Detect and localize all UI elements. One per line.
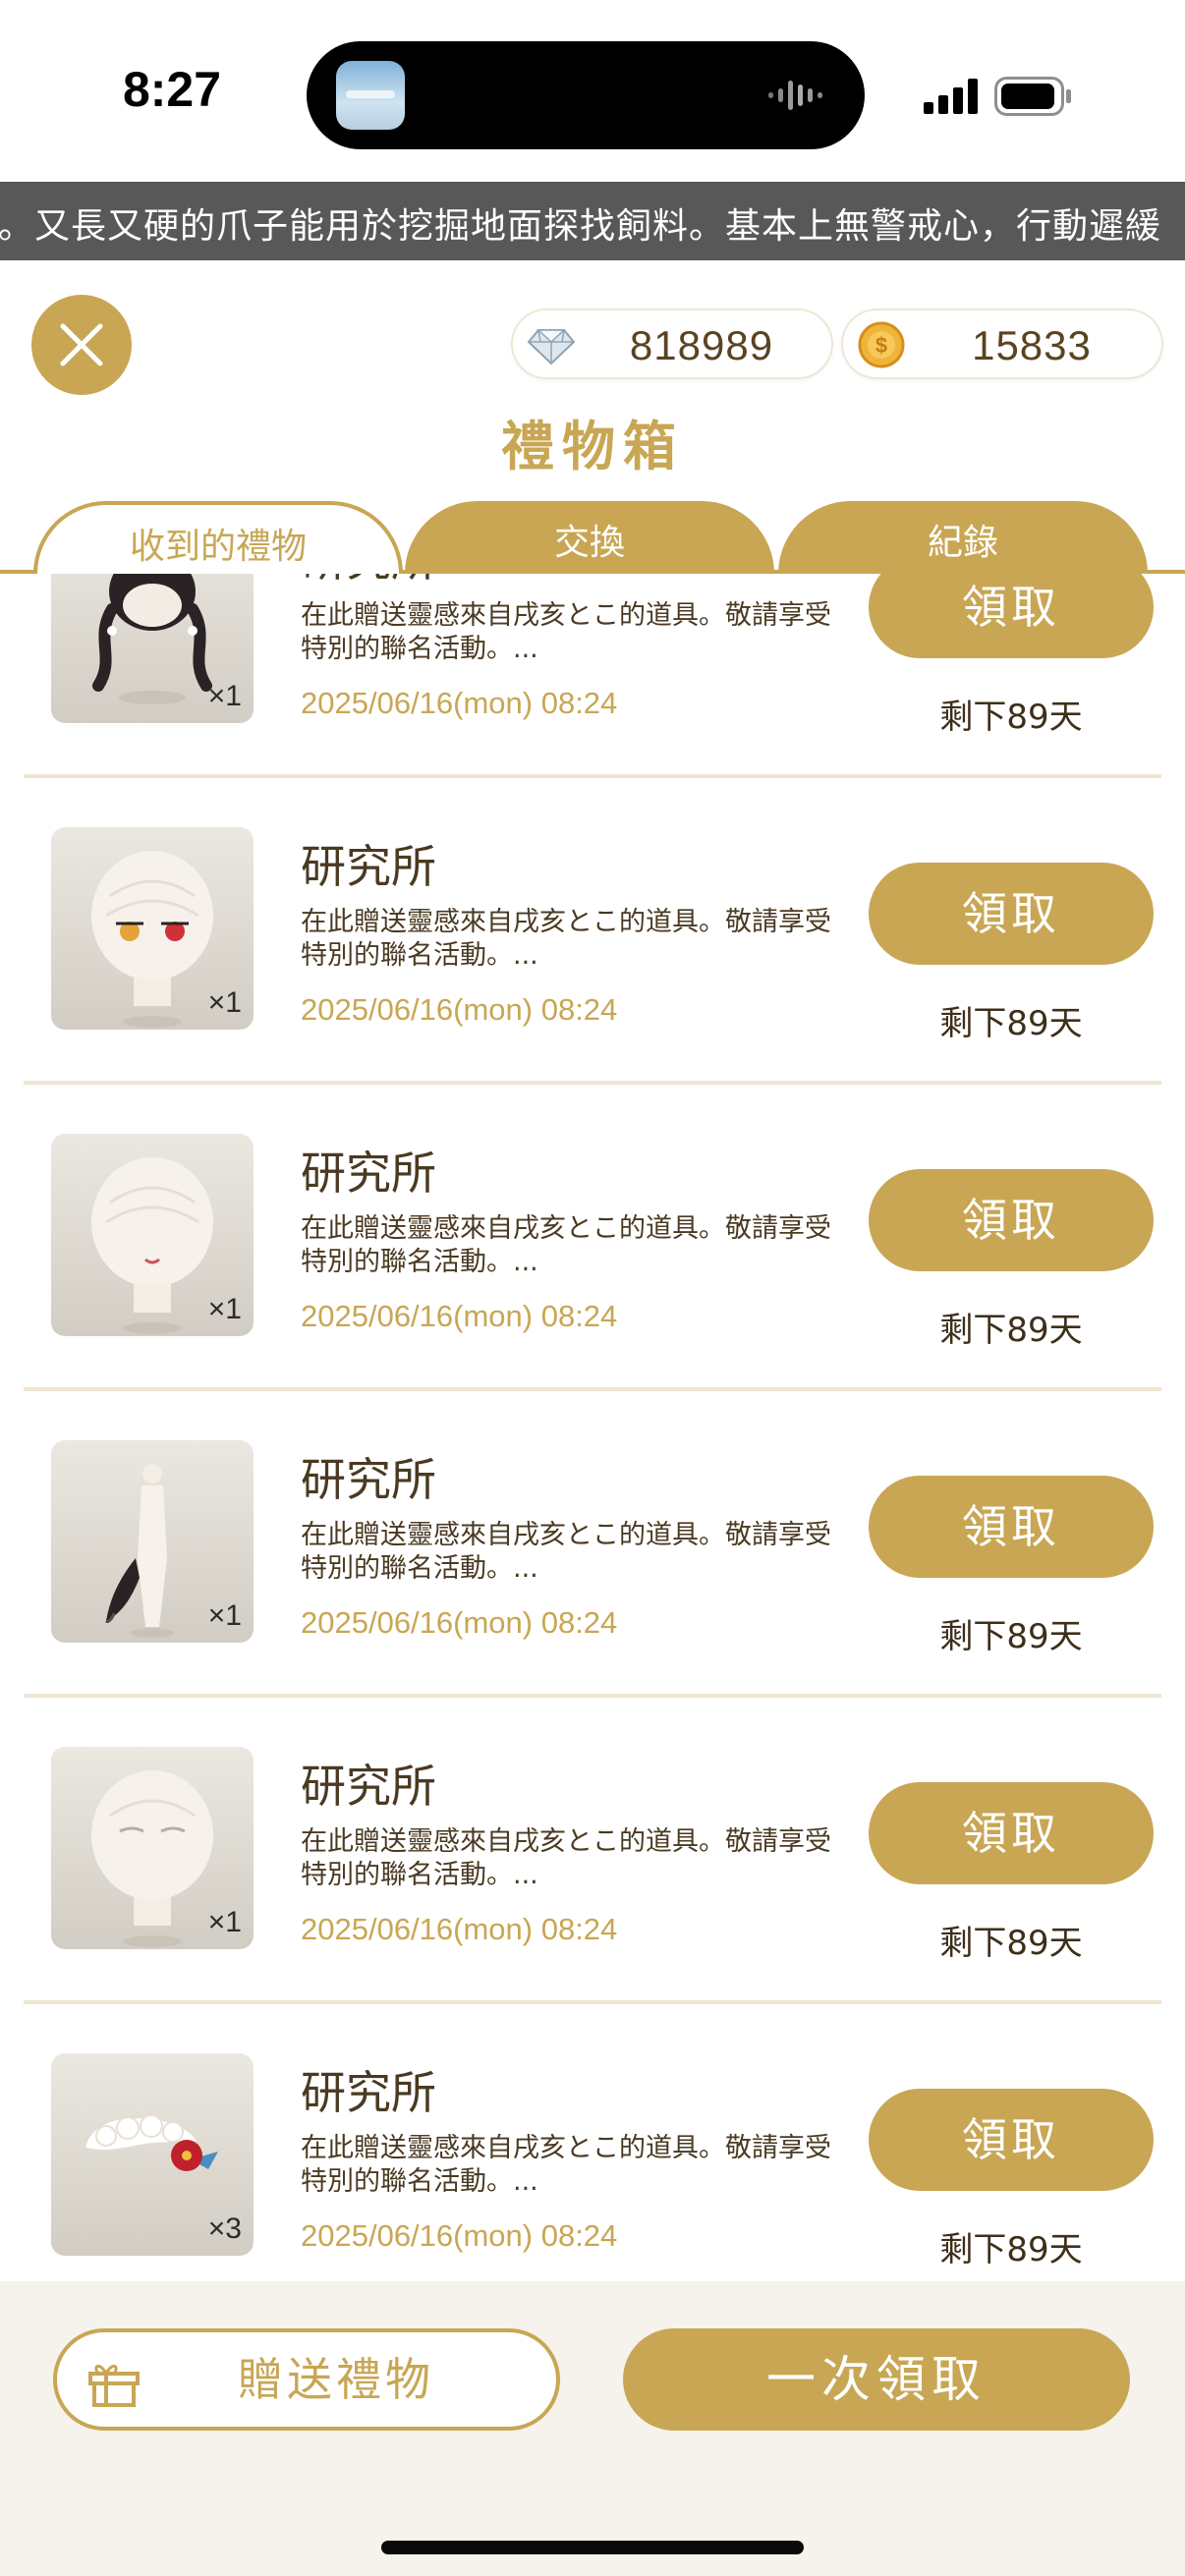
audio-wave-icon [768, 81, 822, 110]
tab-history[interactable]: 紀錄 [778, 501, 1148, 574]
gift-row: ×3 研究所 在此贈送靈感來自戌亥とこ的道具。敬請享受特別的聯名活動。... 2… [0, 2004, 1185, 2281]
gift-sender: 研究所 [301, 1147, 436, 1200]
coin-icon: $ [858, 321, 905, 368]
gift-date: 2025/06/16(mon) 08:24 [301, 1912, 618, 1946]
gift-sender: 研究所 [301, 2066, 436, 2119]
tab-received-gifts[interactable]: 收到的禮物 [33, 501, 403, 574]
gem-count: 818989 [629, 322, 774, 368]
ticker-text: 。又長又硬的爪子能用於挖掘地面探找飼料。基本上無警戒心，行動遲緩 [0, 206, 1162, 247]
footer-bar: 贈送禮物 一次領取 [0, 2281, 1185, 2576]
gift-remaining-days: 剩下89天 [939, 698, 1083, 737]
claim-all-button[interactable]: 一次領取 [623, 2328, 1130, 2431]
gift-description: 在此贈送靈感來自戌亥とこ的道具。敬請享受特別的聯名活動。... [301, 2133, 831, 2197]
claim-button[interactable]: 領取 [869, 1782, 1154, 1884]
claim-button[interactable]: 領取 [869, 1476, 1154, 1578]
item-thumbnail[interactable]: ×1 [51, 1747, 254, 1949]
item-thumbnail[interactable]: ×1 [51, 1440, 254, 1643]
item-thumbnail[interactable]: ×1 [51, 1134, 254, 1336]
gift-row: ×1 研究所 在此贈送靈感來自戌亥とこ的道具。敬請享受特別的聯名活動。... 2… [0, 1698, 1185, 2004]
item-thumbnail[interactable]: ×3 [51, 2053, 254, 2256]
svg-text:$: $ [875, 333, 887, 358]
gift-date: 2025/06/16(mon) 08:24 [301, 1299, 618, 1333]
gift-description: 在此贈送靈感來自戌亥とこ的道具。敬請享受特別的聯名活動。... [301, 1213, 831, 1277]
dynamic-island [307, 41, 865, 149]
gift-date: 2025/06/16(mon) 08:24 [301, 1605, 618, 1640]
item-quantity: ×1 [207, 1293, 242, 1325]
gift-row: ×1 研究所 在此贈送靈感來自戌亥とこ的道具。敬請享受特別的聯名活動。... 2… [0, 1391, 1185, 1698]
gift-date: 2025/06/16(mon) 08:24 [301, 686, 618, 720]
tab-exchange[interactable]: 交換 [405, 501, 774, 574]
gift-description: 在此贈送靈感來自戌亥とこ的道具。敬請享受特別的聯名活動。... [301, 1826, 831, 1890]
news-ticker: 。又長又硬的爪子能用於挖掘地面探找飼料。基本上無警戒心，行動遲緩 [0, 182, 1185, 260]
page-title: 禮物箱 [501, 416, 684, 477]
claim-button[interactable]: 領取 [869, 1169, 1154, 1271]
gift-sender: 研究所 [301, 1453, 436, 1506]
home-indicator[interactable] [381, 2541, 804, 2554]
claim-button[interactable]: 領取 [869, 863, 1154, 965]
item-quantity: ×3 [207, 2212, 242, 2245]
item-thumbnail[interactable]: ×1 [51, 827, 254, 1030]
status-time: 8:27 [122, 62, 222, 117]
battery-icon [994, 77, 1071, 116]
gift-sender: 研究所 [301, 1760, 436, 1813]
gem-balance: 818989 [513, 310, 831, 377]
cellular-signal-icon [924, 79, 978, 114]
item-quantity: ×1 [207, 986, 242, 1019]
now-playing-thumbnail [336, 61, 405, 130]
claim-button[interactable]: 領取 [869, 574, 1154, 658]
gift-icon [88, 2365, 140, 2407]
gift-remaining-days: 剩下89天 [939, 2230, 1083, 2269]
send-gift-label: 贈送禮物 [238, 2353, 434, 2406]
gift-sender: 研究所 [301, 574, 436, 589]
item-quantity: ×1 [207, 680, 242, 712]
claim-button[interactable]: 領取 [869, 2089, 1154, 2191]
gift-date: 2025/06/16(mon) 08:24 [301, 992, 618, 1027]
gift-sender: 研究所 [301, 840, 436, 893]
gift-row: ×1 研究所 在此贈送靈感來自戌亥とこ的道具。敬請享受特別的聯名活動。... 2… [0, 778, 1185, 1085]
item-thumbnail[interactable]: ×1 [51, 574, 254, 723]
close-icon [60, 323, 103, 366]
diamond-icon [527, 329, 576, 365]
close-button[interactable] [31, 295, 132, 395]
send-gift-button[interactable]: 贈送禮物 [53, 2328, 560, 2431]
status-bar: 8:27 [0, 0, 1185, 177]
gift-remaining-days: 剩下89天 [939, 1311, 1083, 1350]
gift-remaining-days: 剩下89天 [939, 1004, 1083, 1043]
gift-row: ×1 研究所 在此贈送靈感來自戌亥とこ的道具。敬請享受特別的聯名活動。... 2… [0, 1085, 1185, 1391]
gift-date: 2025/06/16(mon) 08:24 [301, 2218, 618, 2253]
item-quantity: ×1 [207, 1599, 242, 1632]
gift-description: 在此贈送靈感來自戌亥とこ的道具。敬請享受特別的聯名活動。... [301, 907, 831, 971]
item-quantity: ×1 [207, 1906, 242, 1938]
gift-remaining-days: 剩下89天 [939, 1924, 1083, 1963]
coin-count: 15833 [972, 322, 1092, 368]
gift-description: 在此贈送靈感來自戌亥とこ的道具。敬請享受特別的聯名活動。... [301, 1520, 831, 1584]
gift-list[interactable]: ×1 研究所 在此贈送靈感來自戌亥とこ的道具。敬請享受特別的聯名活動。... 2… [0, 574, 1185, 2281]
gift-remaining-days: 剩下89天 [939, 1617, 1083, 1656]
coin-balance: $ 15833 [843, 310, 1161, 377]
gift-row: ×1 研究所 在此贈送靈感來自戌亥とこ的道具。敬請享受特別的聯名活動。... 2… [0, 574, 1185, 778]
gift-box-screen: 8:27 。又長又硬的爪子能用於挖掘地面探找飼料。基本上無警戒心，行動遲緩 81… [0, 0, 1185, 2576]
gift-description: 在此贈送靈感來自戌亥とこ的道具。敬請享受特別的聯名活動。... [301, 600, 831, 664]
